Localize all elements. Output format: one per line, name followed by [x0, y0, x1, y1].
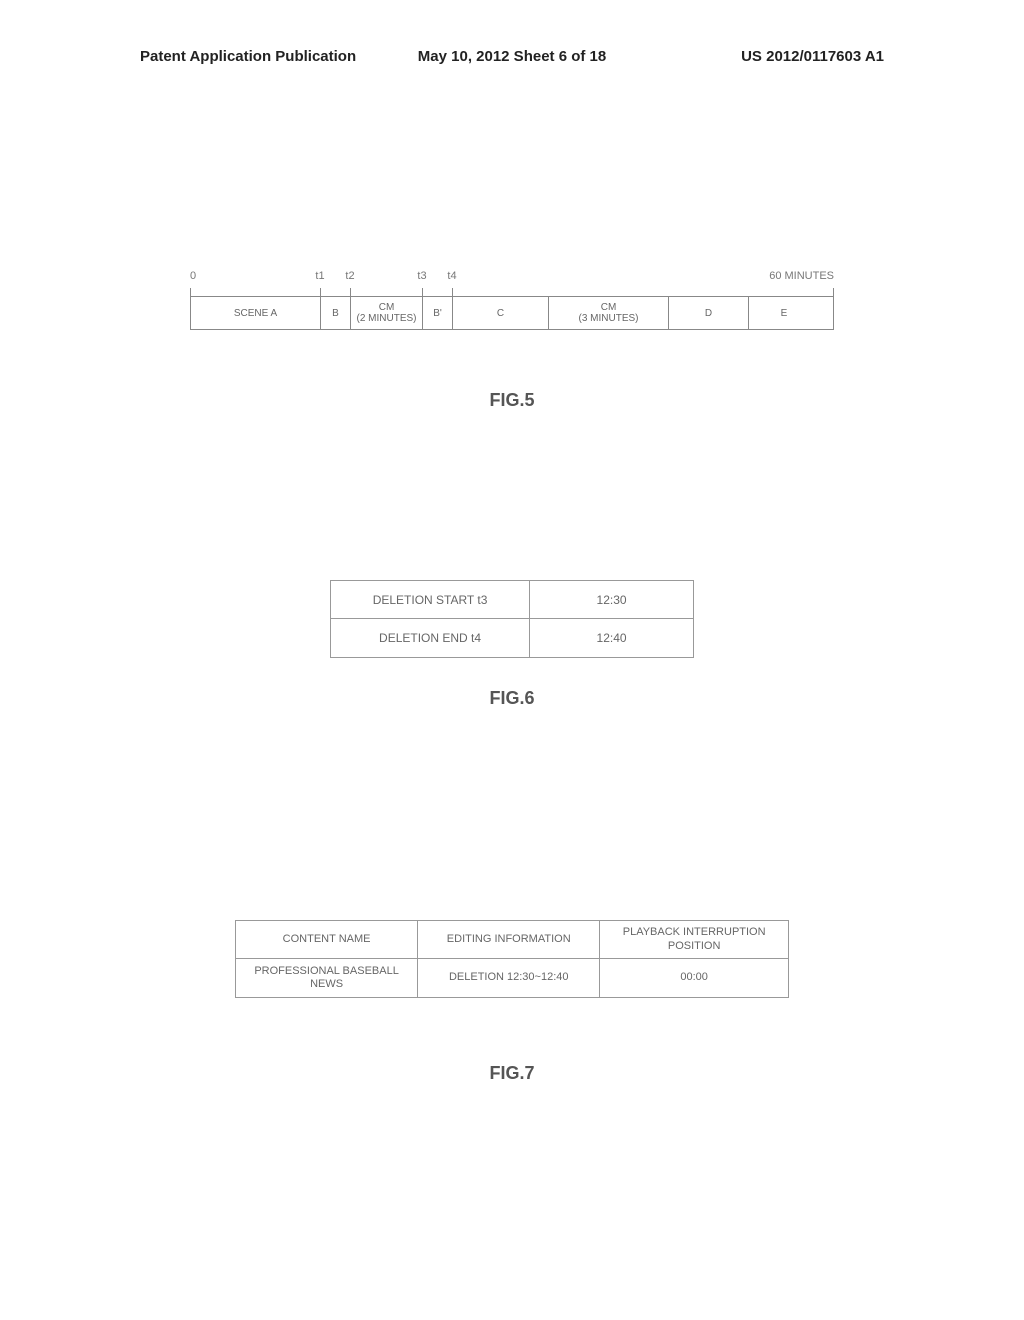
table-row: DELETION START t3 12:30: [331, 581, 693, 619]
segment-c: C: [453, 297, 549, 329]
fig7: CONTENT NAME EDITING INFORMATION PLAYBAC…: [235, 920, 789, 1084]
segment-scene-a: SCENE A: [191, 297, 321, 329]
segment-b-prime: B': [423, 297, 453, 329]
marker-t4: t4: [447, 270, 456, 282]
fig5-caption: FIG.5: [190, 390, 834, 411]
fig7-content-name: PROFESSIONAL BASEBALL NEWS: [236, 959, 418, 997]
fig6-label: DELETION START t3: [331, 581, 530, 618]
marker-t2: t2: [345, 270, 354, 282]
fig6-label: DELETION END t4: [331, 619, 530, 657]
segment-cm1: CM (2 MINUTES): [351, 297, 423, 329]
segment-cm2: CM (3 MINUTES): [549, 297, 669, 329]
fig7-caption: FIG.7: [235, 1063, 789, 1084]
page-header: Patent Application Publication May 10, 2…: [0, 48, 1024, 65]
fig7-header-content-name: CONTENT NAME: [236, 921, 418, 958]
marker-t3: t3: [417, 270, 426, 282]
timeline-ticks: [190, 288, 834, 296]
fig7-table: CONTENT NAME EDITING INFORMATION PLAYBAC…: [235, 920, 789, 998]
fig7-content-name-l2: NEWS: [310, 978, 343, 991]
fig6: DELETION START t3 12:30 DELETION END t4 …: [330, 580, 694, 709]
marker-t1: t1: [315, 270, 324, 282]
fig7-content-name-l1: PROFESSIONAL BASEBALL: [254, 965, 398, 978]
header-right: US 2012/0117603 A1: [636, 48, 884, 65]
fig7-header-editing-info: EDITING INFORMATION: [418, 921, 600, 958]
header-center: May 10, 2012 Sheet 6 of 18: [388, 48, 636, 65]
segment-label: CM: [601, 302, 617, 313]
segment-label: B: [332, 308, 339, 319]
timeline-segments: SCENE A B CM (2 MINUTES) B' C CM (3 MINU…: [190, 296, 834, 330]
header-left: Patent Application Publication: [140, 48, 388, 65]
segment-label: C: [497, 308, 504, 319]
fig7-playback-pos: 00:00: [600, 959, 788, 997]
fig7-editing-info: DELETION 12:30~12:40: [418, 959, 600, 997]
fig7-header-playback-l1: PLAYBACK INTERRUPTION: [623, 926, 766, 939]
fig5: 0 t1 t2 t3 t4 60 MINUTES SCENE A B CM (2…: [190, 270, 834, 411]
table-row: DELETION END t4 12:40: [331, 619, 693, 657]
segment-label: SCENE A: [234, 308, 277, 319]
segment-label: B': [433, 308, 442, 319]
fig6-table: DELETION START t3 12:30 DELETION END t4 …: [330, 580, 694, 658]
segment-b: B: [321, 297, 351, 329]
segment-sub: (2 MINUTES): [357, 313, 417, 324]
marker-0: 0: [190, 270, 196, 282]
table-row: PROFESSIONAL BASEBALL NEWS DELETION 12:3…: [236, 959, 788, 997]
timeline-markers: 0 t1 t2 t3 t4 60 MINUTES: [190, 270, 834, 288]
table-header-row: CONTENT NAME EDITING INFORMATION PLAYBAC…: [236, 921, 788, 959]
segment-label: D: [705, 308, 712, 319]
fig6-value: 12:30: [530, 581, 693, 618]
segment-e: E: [749, 297, 819, 329]
fig6-caption: FIG.6: [330, 688, 694, 709]
fig7-header-playback: PLAYBACK INTERRUPTION POSITION: [600, 921, 788, 958]
fig7-header-playback-l2: POSITION: [668, 940, 721, 953]
fig6-value: 12:40: [530, 619, 693, 657]
segment-label: CM: [379, 302, 395, 313]
segment-sub: (3 MINUTES): [579, 313, 639, 324]
segment-d: D: [669, 297, 749, 329]
marker-end: 60 MINUTES: [769, 270, 834, 282]
segment-label: E: [781, 308, 788, 319]
